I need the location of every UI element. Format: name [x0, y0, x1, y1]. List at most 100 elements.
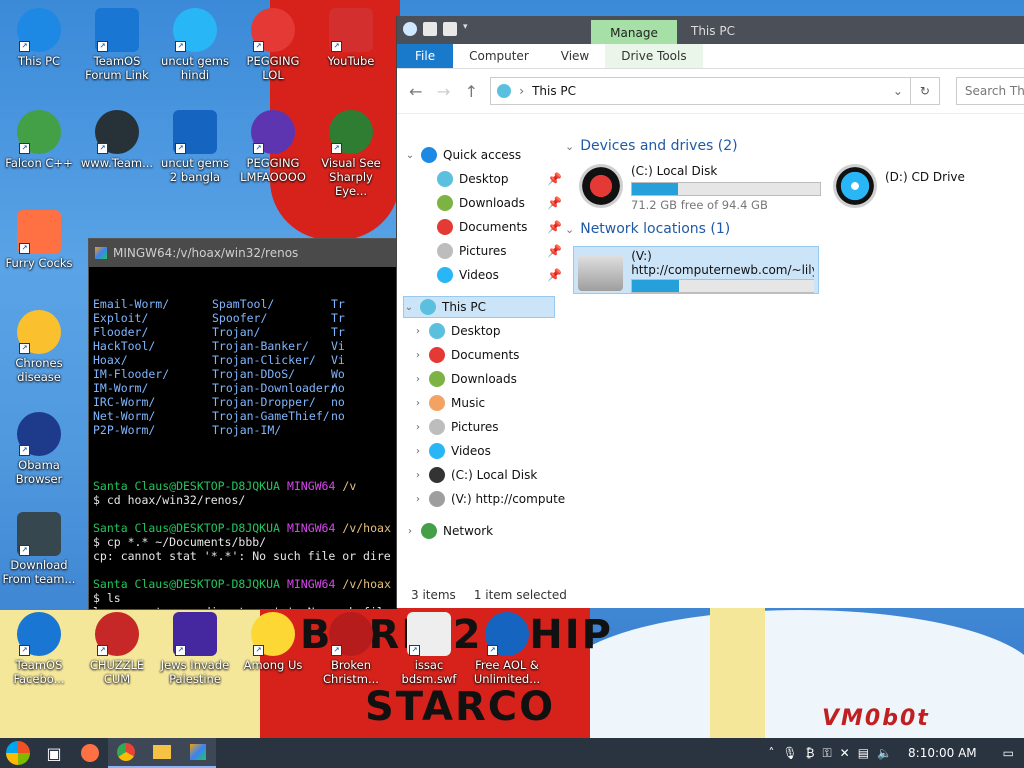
group-devices[interactable]: ⌄ Devices and drives (2)	[565, 138, 744, 154]
tab-file[interactable]: File	[397, 44, 454, 68]
tab-view[interactable]: View	[545, 44, 605, 68]
file-explorer-taskbar-icon[interactable]	[144, 738, 180, 768]
volume-icon[interactable]: 🔈	[877, 746, 892, 760]
desktop-icon[interactable]: ↗ uncut gems 2 bangla	[158, 110, 232, 184]
terminal-output[interactable]: Email-Worm/Exploit/Flooder/HackTool/Hoax…	[89, 267, 397, 609]
desktop-icon[interactable]: ↗ Falcon C++	[2, 110, 76, 170]
desktop-icon[interactable]: ↗ www.Team...	[80, 110, 154, 170]
drive-v[interactable]: (V:) http://computernewb.com/~lily/...	[573, 246, 819, 294]
chevron-right-icon[interactable]: ›	[413, 350, 423, 361]
chevron-right-icon[interactable]: ›	[413, 470, 423, 481]
nav-quick-access-item[interactable]: Videos 📌	[421, 264, 562, 286]
desktop-icon[interactable]: ↗ Jews Invade Palestine	[158, 612, 232, 686]
tab-computer[interactable]: Computer	[453, 44, 545, 68]
chevron-right-icon[interactable]: ›	[413, 398, 423, 409]
nav-quick-access-item[interactable]: Desktop 📌	[421, 168, 562, 190]
nav-this-pc-item[interactable]: › (V:) http://compute	[413, 488, 565, 510]
drive-c-usage-fill	[632, 183, 679, 195]
drive-d[interactable]: (D:) CD Drive	[833, 164, 965, 208]
desktop-icon[interactable]: ↗ TeamOS Forum Link	[80, 8, 154, 82]
desktop-icon[interactable]: ↗ CHUZZLE CUM	[80, 612, 154, 686]
desktop-icon[interactable]: ↗ TeamOS Facebo...	[2, 612, 76, 686]
desktop-icon[interactable]: ↗ PEGGING LMFAOOOO	[236, 110, 310, 184]
desktop-icon[interactable]: ↗ uncut gems hindi	[158, 8, 232, 82]
address-box[interactable]: › This PC ⌄ ↻	[490, 77, 940, 105]
desktop-icon[interactable]: ↗ Free AOL & Unlimited...	[470, 612, 544, 686]
terminal-listing-entry: Trojan-Banker/	[212, 339, 309, 353]
address-dropdown-icon[interactable]: ⌄	[893, 84, 903, 98]
new-folder-icon[interactable]	[443, 22, 457, 36]
desktop-icon[interactable]: ↗ Chrones disease	[2, 310, 76, 384]
desktop-icon[interactable]: ↗ PEGGING LOL	[236, 8, 310, 82]
notification-icon[interactable]: ▭	[1003, 746, 1014, 760]
back-arrow-icon[interactable]: ←	[407, 82, 425, 101]
nav-quick-access[interactable]: ⌄ Quick access	[405, 144, 521, 166]
chevron-right-icon[interactable]: ›	[413, 374, 423, 385]
shortcut-arrow-icon: ↗	[331, 41, 342, 52]
chevron-right-icon[interactable]: ›	[413, 446, 423, 457]
chevron-right-icon[interactable]: ›	[413, 494, 423, 505]
network-drive-icon	[578, 255, 624, 291]
terminal-output-line: cp: cannot stat '*.*': No such file or d…	[93, 549, 391, 563]
start-button[interactable]	[0, 738, 36, 768]
nav-this-pc-item[interactable]: › Pictures	[413, 416, 499, 438]
nav-quick-access-item[interactable]: Documents 📌	[421, 216, 562, 238]
desktop-icon[interactable]: ↗ Furry Cocks	[2, 210, 76, 270]
task-view-icon[interactable]: ▣	[36, 738, 72, 768]
up-arrow-icon[interactable]: ↑	[463, 82, 481, 101]
chevron-down-icon[interactable]: ⌄	[405, 150, 415, 161]
drive-c[interactable]: (C:) Local Disk 71.2 GB free of 94.4 GB	[579, 164, 821, 212]
chevron-right-icon[interactable]: ›	[413, 422, 423, 433]
explorer-titlebar[interactable]: ▾ Manage This PC	[397, 16, 1024, 44]
chevron-down-icon[interactable]: ▾	[463, 22, 477, 36]
desktop-icon[interactable]: ↗ Broken Christm...	[314, 612, 388, 686]
nav-this-pc-item[interactable]: › Desktop	[413, 320, 501, 342]
chevron-right-icon[interactable]: ›	[405, 526, 415, 537]
desktop-icon[interactable]: ↗ Visual See Sharply Eye...	[314, 110, 388, 198]
terminal-titlebar[interactable]: MINGW64:/v/hoax/win32/renos	[89, 239, 397, 267]
search-box[interactable]: Search Th	[955, 77, 1024, 105]
file-explorer-window[interactable]: ▾ Manage This PC File Computer View Driv…	[396, 16, 1024, 608]
desktop-icon[interactable]: ↗ issac bdsm.swf	[392, 612, 466, 686]
terminal-listing-entry: Tr	[331, 297, 345, 311]
chevron-up-icon[interactable]: ˄	[768, 746, 774, 760]
desktop-icon[interactable]: ↗ This PC	[2, 8, 76, 68]
network-icon[interactable]: ✕	[840, 746, 850, 760]
nav-this-pc-item[interactable]: › (C:) Local Disk	[413, 464, 537, 486]
nav-this-pc-item[interactable]: › Videos	[413, 440, 491, 462]
this-pc-icon	[497, 84, 512, 98]
nav-this-pc-item[interactable]: › Documents	[413, 344, 519, 366]
desktop-icon[interactable]: ↗ YouTube	[314, 8, 388, 68]
tab-manage[interactable]: Manage	[591, 20, 677, 44]
forward-arrow-icon[interactable]: →	[435, 82, 453, 101]
nav-this-pc-item[interactable]: › Music	[413, 392, 485, 414]
group-network-locations[interactable]: ⌄ Network locations (1)	[565, 221, 736, 237]
properties-icon[interactable]	[423, 22, 437, 36]
chevron-down-icon[interactable]: ⌄	[404, 302, 414, 313]
refresh-icon[interactable]: ↻	[909, 78, 939, 104]
nav-this-pc-item[interactable]: › Downloads	[413, 368, 517, 390]
desktop-icon[interactable]: ↗ Among Us	[236, 612, 310, 672]
nav-network[interactable]: › Network	[405, 520, 493, 542]
nav-quick-access-item[interactable]: Pictures 📌	[421, 240, 562, 262]
bitcoin-icon[interactable]: ₿	[806, 746, 815, 760]
chrome-taskbar-icon[interactable]	[108, 738, 144, 768]
tab-drive-tools[interactable]: Drive Tools	[605, 44, 703, 68]
terminal-window[interactable]: MINGW64:/v/hoax/win32/renos Email-Worm/E…	[88, 238, 398, 610]
firefox-taskbar-icon[interactable]	[72, 738, 108, 768]
desktop-icon-label: Free AOL & Unlimited...	[473, 658, 541, 686]
shortcut-arrow-icon: ↗	[97, 143, 108, 154]
nav-this-pc[interactable]: ⌄ This PC	[403, 296, 555, 318]
desktop-icon[interactable]: ↗ Obama Browser	[2, 412, 76, 486]
clipboard-icon[interactable]: ▤	[858, 746, 869, 760]
desktop-icon-label: Among Us	[243, 658, 303, 672]
clock[interactable]: 8:10:00 AM	[908, 746, 977, 760]
nav-quick-access-item[interactable]: Downloads 📌	[421, 192, 562, 214]
key-icon[interactable]: ⚿	[823, 746, 832, 761]
microphone-icon[interactable]: 🎙	[782, 746, 797, 760]
git-bash-taskbar-icon[interactable]	[180, 738, 216, 768]
terminal-listing-column: Email-Worm/Exploit/Flooder/HackTool/Hoax…	[93, 297, 212, 437]
chevron-right-icon[interactable]: ›	[413, 326, 423, 337]
desktop-icon-label: Download From team...	[2, 558, 76, 586]
desktop-icon[interactable]: ↗ Download From team...	[2, 512, 76, 586]
